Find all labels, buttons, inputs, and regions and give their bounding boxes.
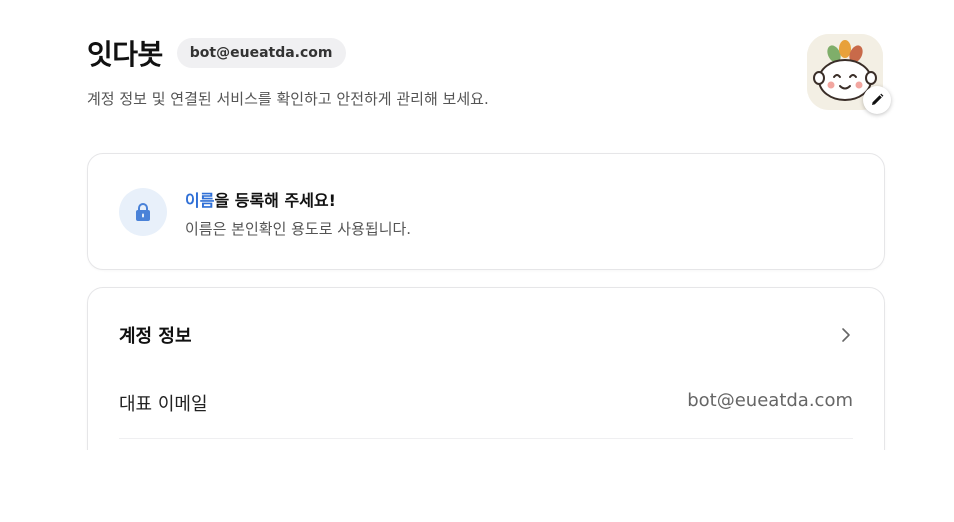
pencil-icon [872, 93, 884, 105]
notice-title: 이름을 등록해 주세요! [185, 187, 411, 211]
email-badge: bot@eueatda.com [176, 38, 346, 68]
lock-badge [119, 188, 167, 236]
notice-title-highlight: 이름 [185, 191, 215, 210]
chevron-right-icon[interactable] [839, 326, 853, 344]
primary-email-label: 대표 이메일 [119, 394, 208, 415]
primary-email-value: bot@eueatda.com [687, 390, 853, 411]
notice-text: 이름을 등록해 주세요! 이름은 본인확인 용도로 사용됩니다. [185, 187, 411, 239]
notice-title-rest: 을 등록해 주세요! [214, 191, 336, 210]
profile-name: 잇다봇 [87, 38, 163, 71]
register-name-notice[interactable]: 이름을 등록해 주세요! 이름은 본인확인 용도로 사용됩니다. [87, 153, 885, 270]
account-info-header[interactable]: 계정 정보 [119, 321, 853, 349]
account-page: 잇다봇 bot@eueatda.com 계정 정보 및 연결된 서비스를 확인하… [0, 0, 954, 522]
page-subtitle: 계정 정보 및 연결된 서비스를 확인하고 안전하게 관리해 보세요. [87, 90, 489, 108]
lock-icon [136, 203, 150, 221]
title-row: 잇다봇 bot@eueatda.com [87, 32, 885, 74]
notice-description: 이름은 본인확인 용도로 사용됩니다. [185, 220, 412, 238]
edit-avatar-button[interactable] [863, 86, 891, 114]
section-title: 계정 정보 [119, 326, 192, 347]
page-bottom-area [0, 450, 954, 522]
primary-email-row: 대표 이메일 bot@eueatda.com [119, 390, 853, 439]
avatar-container[interactable] [807, 34, 891, 114]
profile-header: 잇다봇 bot@eueatda.com 계정 정보 및 연결된 서비스를 확인하… [87, 32, 891, 122]
